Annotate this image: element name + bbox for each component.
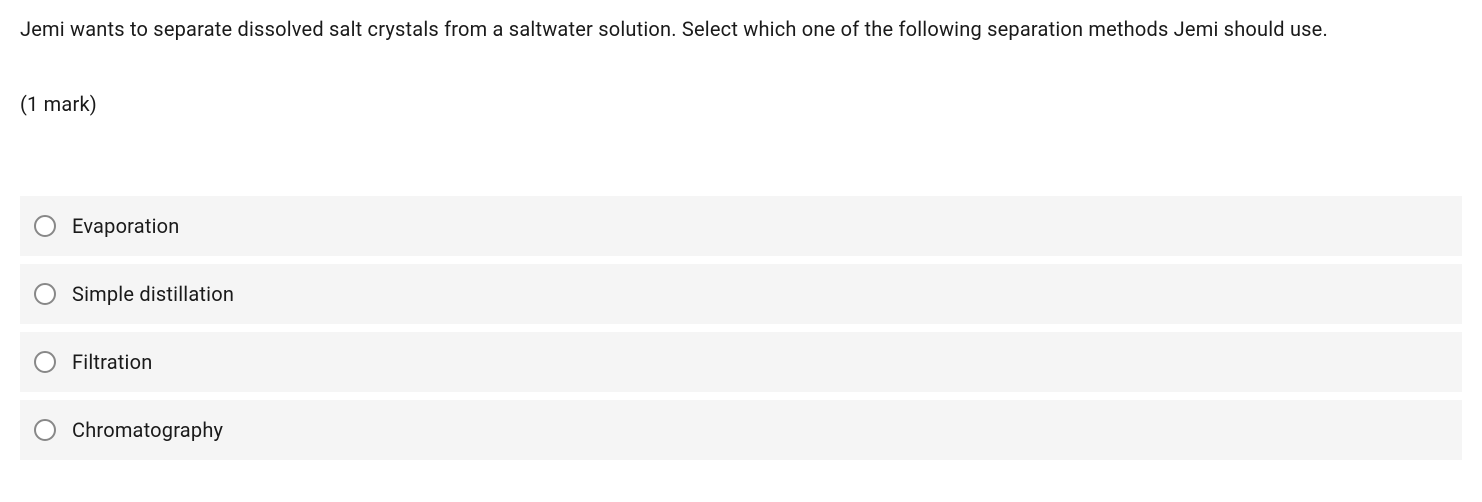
option-simple-distillation[interactable]: Simple distillation — [20, 264, 1462, 324]
option-label: Evaporation — [72, 214, 180, 238]
radio-icon — [34, 419, 56, 441]
option-label: Filtration — [72, 350, 152, 374]
question-container: Jemi wants to separate dissolved salt cr… — [0, 0, 1482, 460]
question-text: Jemi wants to separate dissolved salt cr… — [20, 14, 1462, 44]
option-evaporation[interactable]: Evaporation — [20, 196, 1462, 256]
option-filtration[interactable]: Filtration — [20, 332, 1462, 392]
option-label: Simple distillation — [72, 282, 234, 306]
radio-icon — [34, 215, 56, 237]
options-list: Evaporation Simple distillation Filtrati… — [20, 196, 1462, 460]
option-label: Chromatography — [72, 418, 223, 442]
question-marks: (1 mark) — [20, 92, 1462, 116]
radio-icon — [34, 283, 56, 305]
option-chromatography[interactable]: Chromatography — [20, 400, 1462, 460]
radio-icon — [34, 351, 56, 373]
